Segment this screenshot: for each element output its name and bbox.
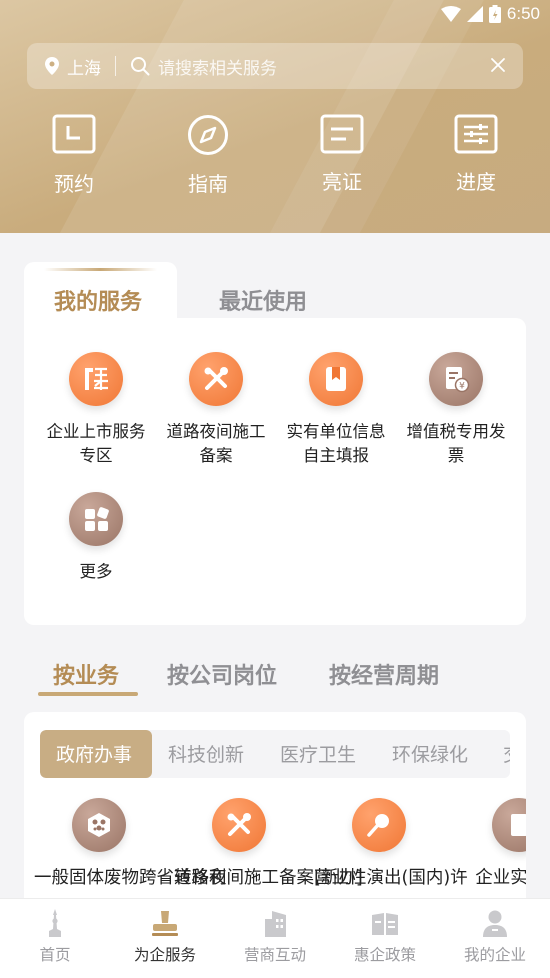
quick-actions: 预约 指南 亮证 进度 xyxy=(0,114,550,197)
home-tower-icon xyxy=(49,909,61,937)
business-label: 企业实工作 xyxy=(475,868,526,888)
nav-policies[interactable]: 惠企政策 xyxy=(330,909,440,965)
service-tabs: 我的服务 最近使用 xyxy=(24,262,526,322)
service-item-more[interactable]: 更多 xyxy=(36,492,156,632)
bookmark-icon xyxy=(309,352,363,406)
city-selector[interactable]: 上海 xyxy=(45,54,101,79)
category-medical[interactable]: 医疗卫生 xyxy=(280,740,356,767)
category-government[interactable]: 政府办事 xyxy=(40,730,152,778)
header-banner: 6:50 上海 请搜索相关服务 预约 指南 亮证 进度 xyxy=(0,0,550,233)
quick-action-progress[interactable]: 进度 xyxy=(409,114,543,197)
tab-by-position[interactable]: 按公司岗位 xyxy=(167,658,277,690)
quick-action-show-license[interactable]: 亮证 xyxy=(275,114,409,197)
compass-icon xyxy=(188,115,228,155)
svg-text:¥: ¥ xyxy=(459,382,465,392)
location-pin-icon xyxy=(45,57,59,75)
category-transport[interactable]: 交 xyxy=(503,740,510,767)
quick-action-guide[interactable]: 指南 xyxy=(141,114,275,197)
business-item-night-construction[interactable]: 道路夜间施工备案[新办] xyxy=(174,798,363,890)
nav-home[interactable]: 首页 xyxy=(0,909,110,965)
nav-label: 我的企业 xyxy=(463,946,526,964)
service-label: 实有单位信息自主填报 xyxy=(286,422,386,465)
status-time: 6:50 xyxy=(506,4,540,23)
quick-action-label: 进度 xyxy=(456,170,496,194)
service-label: 更多 xyxy=(79,562,113,581)
tab-by-business[interactable]: 按业务 xyxy=(53,658,119,690)
nav-enterprise-services[interactable]: 为企服务 xyxy=(110,909,220,965)
search-icon xyxy=(131,57,150,76)
nav-label: 惠企政策 xyxy=(353,946,416,964)
invoice-icon: ¥ xyxy=(429,352,483,406)
nav-label: 为企服务 xyxy=(133,946,196,964)
business-item-enterprise[interactable]: 企业实工作 xyxy=(454,798,526,890)
city-name: 上海 xyxy=(67,58,101,79)
service-item-night-construction[interactable]: 道路夜间施工备案 xyxy=(156,352,276,492)
search-divider xyxy=(115,56,116,76)
service-label: 增值税专用发票 xyxy=(406,422,506,465)
category-row: 政府办事 科技创新 医疗卫生 环保绿化 交 xyxy=(40,730,510,778)
tools-icon xyxy=(212,798,266,852)
bottom-nav: 首页 为企服务 营商互动 惠企政策 我的企业 xyxy=(0,898,550,978)
business-label: 一般固体废物跨省转移利 xyxy=(34,868,227,888)
quick-action-label: 预约 xyxy=(54,172,94,196)
battery-icon xyxy=(488,5,501,23)
search-input[interactable]: 请搜索相关服务 xyxy=(158,54,277,79)
nav-business-interaction[interactable]: 营商互动 xyxy=(220,909,330,965)
business-tabs: 按业务 按公司岗位 按经营周期 xyxy=(0,658,550,702)
service-item-listing[interactable]: 企业上市服务专区 xyxy=(36,352,156,492)
building-icon xyxy=(265,911,286,937)
tab-indicator xyxy=(44,268,157,271)
service-label: 企业上市服务专区 xyxy=(46,422,146,465)
quick-action-appointment[interactable]: 预约 xyxy=(7,114,141,197)
tab-my-services[interactable]: 我的服务 xyxy=(24,262,177,322)
stamp-icon xyxy=(152,911,178,936)
tab-by-cycle[interactable]: 按经营周期 xyxy=(329,658,439,690)
calendar-icon xyxy=(52,114,96,154)
nav-label: 营商互动 xyxy=(243,946,306,964)
document-icon xyxy=(492,798,526,852)
business-card: 政府办事 科技创新 医疗卫生 环保绿化 交 一般固体废物跨省转移利 道路夜间施工… xyxy=(24,712,526,912)
category-environment[interactable]: 环保绿化 xyxy=(392,740,468,767)
wifi-icon xyxy=(440,6,461,22)
tab-underline xyxy=(38,692,138,696)
waste-icon xyxy=(72,798,126,852)
user-icon xyxy=(483,910,507,937)
my-services-card: 企业上市服务专区 道路夜间施工备案 实有单位信息自主填报 ¥ 增值税专用发票 更… xyxy=(24,318,526,625)
business-label: 营业性演出(国内)许 xyxy=(314,868,468,888)
quick-action-label: 亮证 xyxy=(322,170,362,194)
service-item-unit-info[interactable]: 实有单位信息自主填报 xyxy=(276,352,396,492)
service-label: 道路夜间施工备案 xyxy=(166,422,266,465)
listing-icon xyxy=(69,352,123,406)
tab-recently-used[interactable]: 最近使用 xyxy=(219,284,307,316)
close-icon[interactable] xyxy=(489,56,507,74)
quick-action-label: 指南 xyxy=(188,172,228,196)
business-label: 道路夜间施工备案[新办] xyxy=(174,868,363,888)
category-tech[interactable]: 科技创新 xyxy=(168,740,244,767)
id-card-icon xyxy=(320,114,364,154)
more-grid-icon xyxy=(69,492,123,546)
business-item-solid-waste[interactable]: 一般固体废物跨省转移利 xyxy=(34,798,227,890)
tools-icon xyxy=(189,352,243,406)
business-items: 一般固体废物跨省转移利 道路夜间施工备案[新办] 营业性演出(国内)许 企业实工… xyxy=(24,798,526,912)
policy-book-icon xyxy=(372,913,398,935)
search-bar[interactable]: 上海 请搜索相关服务 xyxy=(27,43,523,89)
tab-label: 我的服务 xyxy=(54,290,143,315)
signal-icon xyxy=(466,6,483,22)
service-item-vat-invoice[interactable]: ¥ 增值税专用发票 xyxy=(396,352,516,492)
nav-label: 首页 xyxy=(39,946,71,964)
category-label: 政府办事 xyxy=(56,744,133,766)
progress-sliders-icon xyxy=(454,114,498,154)
nav-my-enterprise[interactable]: 我的企业 xyxy=(440,909,550,965)
business-item-performance[interactable]: 营业性演出(国内)许 xyxy=(314,798,468,890)
microphone-icon xyxy=(352,798,406,852)
status-bar: 6:50 xyxy=(0,0,550,30)
